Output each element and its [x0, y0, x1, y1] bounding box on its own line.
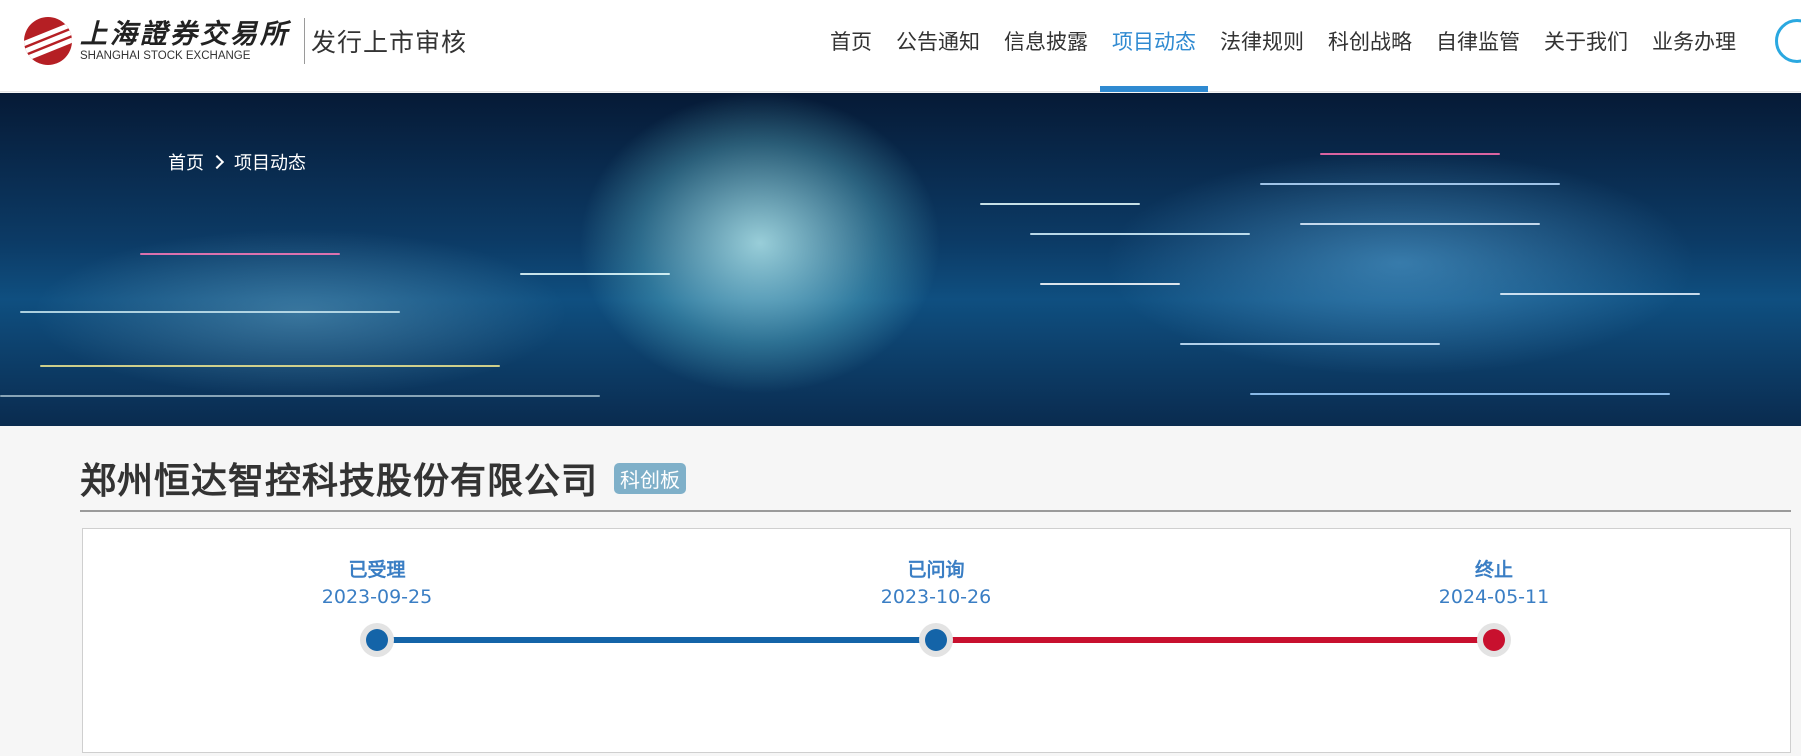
board-badge: 科创板: [614, 462, 687, 494]
step-date: 2024-05-11: [1438, 586, 1550, 608]
step-date: 2023-09-25: [321, 586, 433, 608]
title-divider: [80, 510, 1791, 512]
sse-emblem-icon: [24, 17, 72, 65]
step-label: 已受理: [348, 559, 406, 581]
nav-item-business-services[interactable]: 业务办理: [1640, 0, 1748, 92]
sse-logo[interactable]: 上海證券交易所 SHANGHAI STOCK EXCHANGE 发行上市审核: [24, 15, 467, 67]
logo-divider: [304, 18, 305, 64]
breadcrumb-home-link[interactable]: 首页: [168, 149, 204, 175]
search-icon[interactable]: [1775, 19, 1801, 63]
logo-text: 上海證券交易所 SHANGHAI STOCK EXCHANGE: [80, 18, 290, 63]
nav-item-star-strategy[interactable]: 科创战略: [1316, 0, 1424, 92]
company-name: 郑州恒达智控科技股份有限公司: [80, 461, 599, 502]
breadcrumb-current: 项目动态: [234, 153, 306, 174]
chevron-right-icon: [209, 154, 225, 170]
nav-item-home[interactable]: 首页: [818, 0, 884, 92]
timeline-track-terminated: [936, 637, 1494, 643]
review-progress-panel: 已受理 2023-09-25 已问询 2023-10-26 终止 2024-05…: [82, 528, 1791, 753]
nav-item-announcements[interactable]: 公告通知: [884, 0, 992, 92]
timeline-node-inquired: [919, 623, 953, 657]
logo-chinese-name: 上海證券交易所: [80, 18, 290, 50]
timeline-step-inquired: 已问询 2023-10-26: [836, 557, 1036, 611]
nav-item-self-regulation[interactable]: 自律监管: [1424, 0, 1532, 92]
timeline-node-terminated: [1477, 623, 1511, 657]
hero-banner: 首页 项目动态: [0, 93, 1801, 426]
section-title: 发行上市审核: [311, 28, 468, 57]
company-header: 郑州恒达智控科技股份有限公司 科创板: [80, 452, 687, 504]
timeline-step-terminated: 终止 2024-05-11: [1394, 557, 1594, 611]
logo-english-name: SHANGHAI STOCK EXCHANGE: [80, 49, 251, 62]
step-label: 终止: [1474, 559, 1513, 581]
step-date: 2023-10-26: [880, 586, 992, 608]
site-header: 上海證券交易所 SHANGHAI STOCK EXCHANGE 发行上市审核 首…: [0, 0, 1801, 92]
timeline-node-accepted: [360, 623, 394, 657]
step-label: 已问询: [907, 559, 965, 581]
timeline-track-progress: [377, 637, 936, 643]
timeline-step-accepted: 已受理 2023-09-25: [277, 557, 477, 611]
nav-item-disclosure[interactable]: 信息披露: [992, 0, 1100, 92]
breadcrumb: 首页 项目动态: [168, 149, 306, 175]
nav-item-project-updates[interactable]: 项目动态: [1100, 0, 1208, 92]
nav-item-legal-rules[interactable]: 法律规则: [1208, 0, 1316, 92]
main-nav: 首页 公告通知 信息披露 项目动态 法律规则 科创战略 自律监管 关于我们 业务…: [818, 0, 1748, 92]
nav-item-about-us[interactable]: 关于我们: [1532, 0, 1640, 92]
